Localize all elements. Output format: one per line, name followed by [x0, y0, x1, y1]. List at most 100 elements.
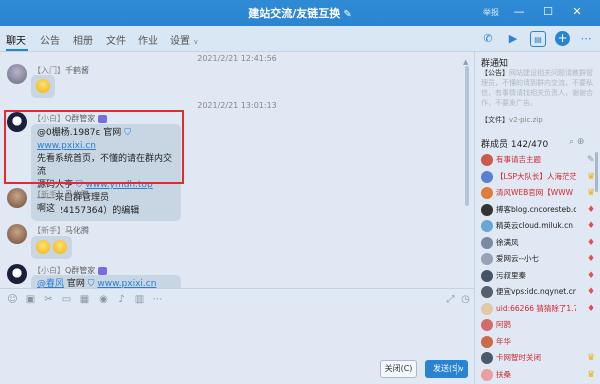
folder-icon[interactable]: ▭	[61, 294, 72, 305]
send-options-chevron-icon[interactable]: ∨	[459, 360, 464, 378]
expand-icon[interactable]: ⤢	[445, 294, 456, 305]
scrollbar-thumb[interactable]	[465, 66, 469, 206]
member-name[interactable]: 爱网云--小七	[496, 253, 576, 265]
member-row[interactable]: 【LSP大队长】人海茫茫 ♛	[475, 169, 600, 185]
member-name[interactable]: 徐满风	[496, 237, 576, 249]
minimize-icon[interactable]: —	[511, 4, 527, 20]
tab-album[interactable]: 相册	[73, 32, 93, 47]
member-row[interactable]: uid:66266 猜猜除了1.7w ♦	[475, 301, 600, 317]
more-icon[interactable]: ⋯	[152, 294, 163, 305]
crown-icon: ♛	[587, 369, 596, 380]
avatar[interactable]	[481, 154, 493, 166]
message-bubble[interactable]: @春风 官网 ⛉ www.pxixi.cn	[31, 275, 181, 288]
tab-settings[interactable]: 设置 ∨	[170, 32, 198, 47]
member-row[interactable]: 有事请吉主题 ✎	[475, 152, 600, 168]
scroll-up-icon[interactable]: ▲	[463, 58, 468, 66]
plus-icon[interactable]: +	[555, 31, 570, 46]
member-scrollbar[interactable]	[595, 152, 598, 192]
member-row[interactable]: 卡网智时关闭 ♛	[475, 350, 600, 366]
qq-icon[interactable]: ◉	[98, 294, 109, 305]
message-link[interactable]: www.pxixi.cn	[97, 279, 156, 288]
avatar[interactable]	[7, 224, 27, 244]
invite-icon[interactable]: ⊕	[577, 137, 585, 147]
avatar[interactable]	[481, 253, 493, 265]
image-icon[interactable]: ▦	[79, 294, 90, 305]
avatar[interactable]	[481, 203, 493, 216]
title-bar: 建站交流/友链互换 ✎ 举报 — ☐ ✕	[0, 0, 600, 26]
gif-icon[interactable]: ▣	[25, 294, 36, 305]
send-button[interactable]: 发送(S) ∨	[425, 360, 468, 378]
chat-message-area[interactable]: 【入门】千鹤酱 2021/2/21 12:41:56 2021/2/21 13:…	[0, 52, 474, 288]
avatar[interactable]	[481, 352, 493, 364]
avatar[interactable]	[481, 302, 493, 315]
avatar[interactable]	[481, 319, 493, 331]
smile-emoji-icon	[36, 79, 50, 93]
avatar[interactable]	[481, 220, 493, 232]
avatar[interactable]	[481, 236, 493, 249]
member-name[interactable]: 有事请吉主题	[496, 154, 576, 166]
member-row[interactable]: 精英云cloud.miluk.cn ♦	[475, 218, 600, 234]
avatar[interactable]	[481, 286, 493, 298]
member-name[interactable]: 阿鹊	[496, 319, 576, 331]
member-row[interactable]: 年华	[475, 334, 600, 350]
member-row[interactable]: 爱网云--小七 ♦	[475, 251, 600, 267]
message-input[interactable]: 关闭(C) 发送(S) ∨	[0, 310, 474, 384]
chat-scrollbar[interactable]	[465, 66, 469, 276]
member-row[interactable]: 徐满风 ♦	[475, 235, 600, 251]
emoji-icon[interactable]: ☺	[7, 294, 18, 305]
close-button[interactable]: 关闭(C)	[380, 360, 417, 378]
member-name[interactable]: 【LSP大队长】人海茫茫	[496, 171, 576, 183]
tab-files[interactable]: 文件	[106, 32, 126, 47]
mention-link[interactable]: @春风	[37, 279, 64, 288]
report-link[interactable]: 举报	[483, 7, 499, 18]
sender-label: 【新手】马化腾	[33, 190, 89, 199]
member-row[interactable]: 阿鹊	[475, 317, 600, 333]
member-row[interactable]: 清风WEB官网【WWW ♛	[475, 185, 600, 201]
member-row[interactable]: 便宜vps:idc.nqynet.cn ♦	[475, 284, 600, 300]
more-icon[interactable]: ⋯	[578, 31, 594, 47]
member-name[interactable]: 精英云cloud.miluk.cn	[496, 220, 576, 232]
member-name[interactable]: 年华	[496, 336, 576, 348]
voice-icon[interactable]: ♪	[116, 294, 127, 305]
member-name[interactable]: 搏客blog.cncoresteb.ce	[496, 204, 576, 216]
member-name[interactable]: uid:66266 猜猜除了1.7w	[496, 303, 576, 315]
message-bubble[interactable]	[31, 75, 55, 98]
member-name[interactable]: 便宜vps:idc.nqynet.cn	[496, 286, 576, 298]
avatar[interactable]	[481, 368, 493, 381]
avatar[interactable]	[7, 188, 27, 208]
message-bubble[interactable]: 啊这	[31, 200, 62, 219]
window-title: 建站交流/友链互换 ✎	[0, 5, 600, 21]
member-row[interactable]: 扶桑 ♛	[475, 367, 600, 383]
scissors-icon[interactable]: ✂	[43, 294, 54, 305]
group-file[interactable]: 【文件】v2-pic.zip	[481, 115, 543, 125]
search-icon[interactable]: ⌕	[569, 137, 574, 147]
member-row[interactable]: 搏客blog.cncoresteb.ce ♦	[475, 202, 600, 218]
smile-emoji-icon	[52, 240, 67, 254]
tab-homework[interactable]: 作业	[138, 32, 158, 47]
member-row[interactable]: 污叔里秦 ♦	[475, 268, 600, 284]
avatar[interactable]	[7, 64, 27, 84]
shake-icon[interactable]: ▥	[134, 294, 145, 305]
maximize-icon[interactable]: ☐	[540, 4, 556, 20]
pencil-icon[interactable]: ✎	[343, 9, 351, 20]
video-icon[interactable]: ▶	[505, 31, 521, 47]
phone-icon[interactable]: ✆	[480, 31, 496, 47]
member-name[interactable]: 清风WEB官网【WWW	[496, 187, 576, 199]
member-name[interactable]: 扶桑	[496, 369, 576, 381]
member-name[interactable]: 污叔里秦	[496, 270, 576, 282]
history-icon[interactable]: ◷	[460, 294, 471, 305]
close-icon[interactable]: ✕	[569, 4, 585, 20]
shield-icon: ♦	[587, 204, 596, 215]
member-name[interactable]: 卡网智时关闭	[496, 352, 576, 364]
avatar[interactable]	[481, 335, 493, 348]
tab-announcements[interactable]: 公告	[40, 32, 60, 47]
screen-share-icon[interactable]: ▤	[530, 31, 546, 47]
avatar[interactable]	[7, 264, 27, 284]
timestamp: 2021/2/21 12:41:56	[197, 54, 277, 63]
message-bubble[interactable]	[31, 236, 72, 259]
avatar[interactable]	[481, 187, 493, 199]
avatar[interactable]	[481, 170, 493, 183]
avatar[interactable]	[481, 269, 493, 282]
group-notice-body[interactable]: 【公告】网站建设相关问题请教群管理员，不懂的请到群内交流，不要私信，有事情请找相…	[481, 68, 593, 108]
tab-chat[interactable]: 聊天	[6, 32, 26, 47]
